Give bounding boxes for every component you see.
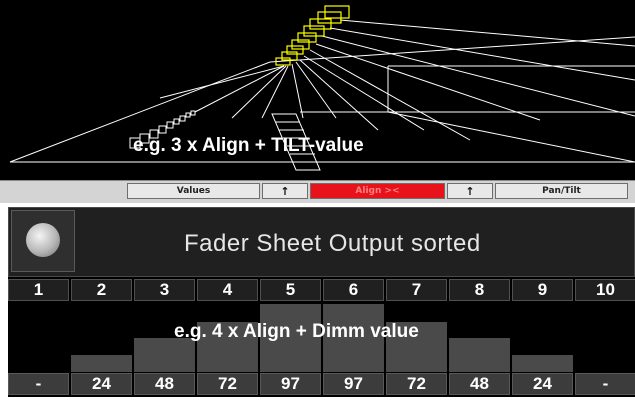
channel-number: 3 [134, 279, 195, 301]
channel-value: 97 [323, 373, 384, 395]
sphere-button[interactable] [11, 210, 75, 272]
channel-number: 9 [512, 279, 573, 301]
up-arrow-icon[interactable]: ↑ [447, 183, 493, 199]
channel-value: - [8, 373, 69, 395]
fader-channel[interactable]: 9 24 [512, 279, 575, 397]
values-button[interactable]: Values [127, 183, 260, 199]
fader-level-bar[interactable] [512, 302, 573, 372]
channel-value: 72 [197, 373, 258, 395]
fader-channel[interactable]: 10 - [575, 279, 635, 397]
fader-level-fill [134, 338, 195, 372]
align-button[interactable]: Align >< [310, 183, 445, 199]
fader-sheet: Fader Sheet Output sorted 1-2 24 3 48 4 72 5 97… [8, 207, 635, 397]
fader-level-fill [512, 355, 573, 372]
fader-level-fill [449, 338, 510, 372]
fader-level-bar[interactable] [575, 302, 635, 372]
channel-number: 6 [323, 279, 384, 301]
channel-value: 24 [512, 373, 573, 395]
channel-value: - [575, 373, 635, 395]
fader-sheet-header: Fader Sheet Output sorted [8, 207, 635, 277]
fader-channel[interactable]: 8 48 [449, 279, 512, 397]
channel-value: 72 [386, 373, 447, 395]
channel-number: 5 [260, 279, 321, 301]
fader-channel[interactable]: 1- [8, 279, 71, 397]
sphere-icon [26, 223, 60, 257]
channel-value: 48 [449, 373, 510, 395]
fader-level-fill [71, 355, 132, 372]
up-arrow-icon[interactable]: ↑ [262, 183, 308, 199]
toolbar: Values ↑ Align >< ↑ Pan/Tilt [0, 180, 635, 204]
channel-number: 1 [8, 279, 69, 301]
channel-value: 48 [134, 373, 195, 395]
channel-number: 4 [197, 279, 258, 301]
channel-number: 7 [386, 279, 447, 301]
stage-3d-view[interactable]: e.g. 3 x Align + TILT-value [0, 0, 635, 180]
fader-level-bar[interactable] [71, 302, 132, 372]
fader-level-bar[interactable] [8, 302, 69, 372]
channel-number: 8 [449, 279, 510, 301]
fader-channel[interactable]: 2 24 [71, 279, 134, 397]
channel-number: 2 [71, 279, 132, 301]
channel-value: 97 [260, 373, 321, 395]
channel-number: 10 [575, 279, 635, 301]
fader-level-bar[interactable] [449, 302, 510, 372]
fader-caption: e.g. 4 x Align + Dimm value [174, 321, 419, 342]
channel-value: 24 [71, 373, 132, 395]
stage-caption: e.g. 3 x Align + TILT-value [133, 135, 364, 156]
fader-sheet-title: Fader Sheet Output sorted [184, 230, 481, 257]
pan-tilt-button[interactable]: Pan/Tilt [495, 183, 628, 199]
